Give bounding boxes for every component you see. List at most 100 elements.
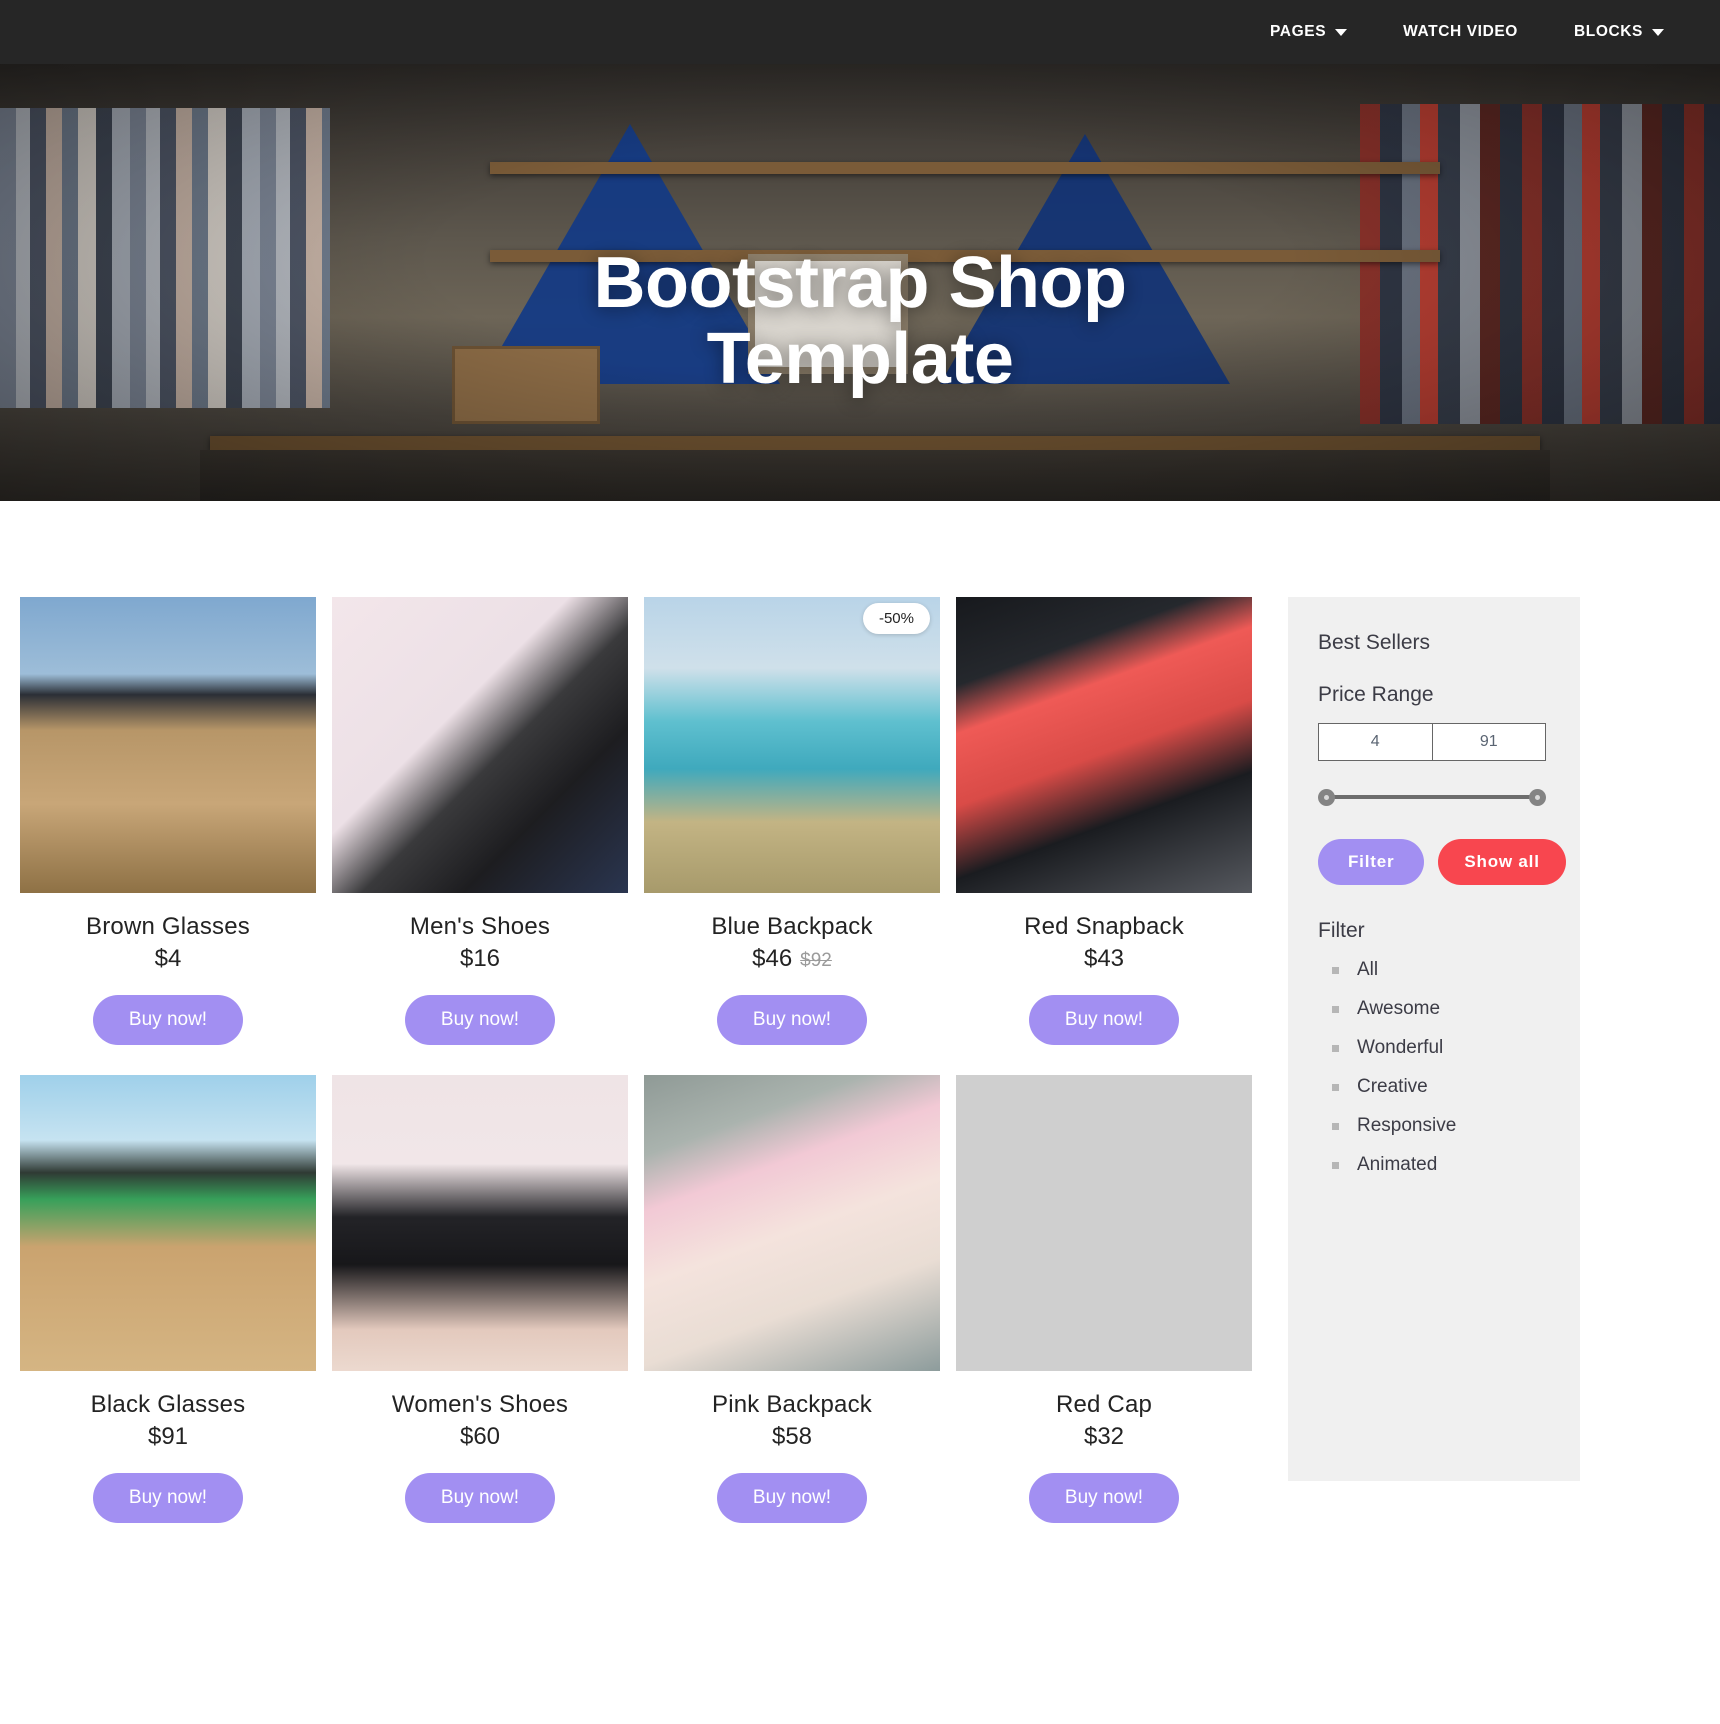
buy-now-button[interactable]: Buy now! [404, 995, 556, 1045]
product-card[interactable]: Pink Backpack $58 Buy now! [644, 1075, 940, 1553]
product-name: Red Snapback [1024, 913, 1184, 940]
filter-sidebar: Best Sellers Price Range Filter Show all… [1288, 597, 1580, 1481]
product-image[interactable] [20, 1075, 316, 1371]
price-range-heading: Price Range [1318, 683, 1434, 706]
price-range-slider[interactable] [1318, 787, 1546, 807]
product-image[interactable]: -50% [644, 597, 940, 893]
product-card[interactable]: -50% Blue Backpack $46 $92 Buy now! [644, 597, 940, 1075]
filter-item-wonderful[interactable]: Wonderful [1332, 1037, 1580, 1059]
product-price-current: $60 [459, 1423, 501, 1450]
product-price-current: $58 [771, 1423, 813, 1450]
product-photo [332, 1075, 628, 1371]
product-card[interactable]: Men's Shoes $16 Buy now! [332, 597, 628, 1075]
filter-item-label: Creative [1357, 1076, 1428, 1097]
filter-item-all[interactable]: All [1332, 959, 1580, 981]
discount-badge: -50% [862, 603, 930, 634]
buy-now-button[interactable]: Buy now! [1028, 995, 1180, 1045]
buy-now-button[interactable]: Buy now! [92, 995, 244, 1045]
product-photo [20, 597, 316, 893]
filter-heading: Filter [1318, 919, 1365, 942]
product-price: $46 $92 [644, 945, 940, 973]
bullet-square-icon [1332, 1083, 1339, 1091]
product-price-original: $92 [800, 950, 832, 971]
slider-track [1324, 795, 1540, 799]
product-price: $91 [20, 1423, 316, 1451]
nav-item-pages[interactable]: PAGES [1270, 23, 1348, 41]
show-all-button[interactable]: Show all [1438, 839, 1566, 885]
top-navbar: PAGES WATCH VIDEO BLOCKS [0, 0, 1720, 64]
buy-now-button[interactable]: Buy now! [92, 1473, 244, 1523]
bullet-square-icon [1332, 1161, 1339, 1169]
product-price-current: $32 [1083, 1423, 1125, 1450]
nav-item-blocks[interactable]: BLOCKS [1574, 23, 1664, 41]
product-price-current: $16 [459, 945, 501, 972]
bullet-square-icon [1332, 966, 1339, 974]
filter-item-label: All [1357, 959, 1379, 980]
hero-title-line2: Template [706, 318, 1014, 399]
product-photo [332, 597, 628, 893]
shop-section: Brown Glasses $4 Buy now! Men's Shoes $1… [0, 501, 1720, 1553]
bullet-square-icon [1332, 1044, 1339, 1052]
product-image[interactable] [332, 1075, 628, 1371]
product-image[interactable] [644, 1075, 940, 1371]
product-name: Brown Glasses [86, 913, 250, 940]
nav-item-watch-video[interactable]: WATCH VIDEO [1403, 23, 1518, 41]
filter-button[interactable]: Filter [1318, 839, 1425, 885]
product-price-current: $91 [147, 1423, 189, 1450]
filter-item-animated[interactable]: Animated [1332, 1154, 1580, 1176]
product-price-current: $46 [752, 945, 793, 972]
filter-item-label: Animated [1357, 1154, 1438, 1175]
product-image[interactable] [956, 1075, 1252, 1371]
bullet-square-icon [1332, 1122, 1339, 1130]
filter-list: All Awesome Wonderful Creative Responsiv… [1318, 959, 1580, 1176]
product-price-current: $4 [154, 945, 182, 972]
product-price-current: $43 [1083, 945, 1125, 972]
filter-item-label: Wonderful [1357, 1037, 1444, 1058]
filter-item-creative[interactable]: Creative [1332, 1076, 1580, 1098]
product-price: $43 [956, 945, 1252, 973]
filter-item-awesome[interactable]: Awesome [1332, 998, 1580, 1020]
product-grid: Brown Glasses $4 Buy now! Men's Shoes $1… [0, 597, 1272, 1553]
product-name: Pink Backpack [711, 1391, 872, 1418]
chevron-down-icon [1652, 28, 1664, 36]
product-image[interactable] [332, 597, 628, 893]
product-card[interactable]: Women's Shoes $60 Buy now! [332, 1075, 628, 1553]
price-min-input[interactable] [1319, 724, 1432, 760]
buy-now-button[interactable]: Buy now! [716, 995, 868, 1045]
product-photo [644, 1075, 940, 1371]
product-card[interactable]: Brown Glasses $4 Buy now! [20, 597, 316, 1075]
buy-now-button[interactable]: Buy now! [1028, 1473, 1180, 1523]
filter-item-label: Responsive [1357, 1115, 1457, 1136]
product-price: $60 [332, 1423, 628, 1451]
product-name: Women's Shoes [391, 1391, 569, 1418]
product-name: Black Glasses [90, 1391, 246, 1418]
slider-handle-min[interactable] [1318, 789, 1335, 806]
hero-title-line1: Bootstrap Shop [593, 243, 1127, 323]
product-card[interactable]: Red Cap $32 Buy now! [956, 1075, 1252, 1553]
slider-handle-max[interactable] [1529, 789, 1546, 806]
bullet-square-icon [1332, 1005, 1339, 1013]
product-photo [20, 1075, 316, 1371]
product-image[interactable] [20, 597, 316, 893]
product-name: Blue Backpack [711, 913, 873, 940]
filter-item-responsive[interactable]: Responsive [1332, 1115, 1580, 1137]
product-photo [956, 597, 1252, 893]
nav-item-label: BLOCKS [1573, 23, 1643, 40]
product-price: $16 [332, 945, 628, 973]
product-card[interactable]: Red Snapback $43 Buy now! [956, 597, 1252, 1075]
buy-now-button[interactable]: Buy now! [716, 1473, 868, 1523]
price-max-input[interactable] [1432, 724, 1545, 760]
buy-now-button[interactable]: Buy now! [404, 1473, 556, 1523]
product-price: $58 [644, 1423, 940, 1451]
product-image[interactable] [956, 597, 1252, 893]
nav-item-label: PAGES [1270, 23, 1327, 40]
filter-actions: Filter Show all [1318, 839, 1580, 885]
price-range-inputs [1318, 723, 1546, 761]
product-price: $4 [20, 945, 316, 973]
hero-title: Bootstrap Shop Template [0, 64, 1720, 397]
chevron-down-icon [1335, 28, 1348, 36]
product-photo [956, 1075, 1252, 1371]
best-sellers-heading: Best Sellers [1318, 631, 1431, 654]
product-name: Men's Shoes [409, 913, 551, 940]
product-card[interactable]: Black Glasses $91 Buy now! [20, 1075, 316, 1553]
